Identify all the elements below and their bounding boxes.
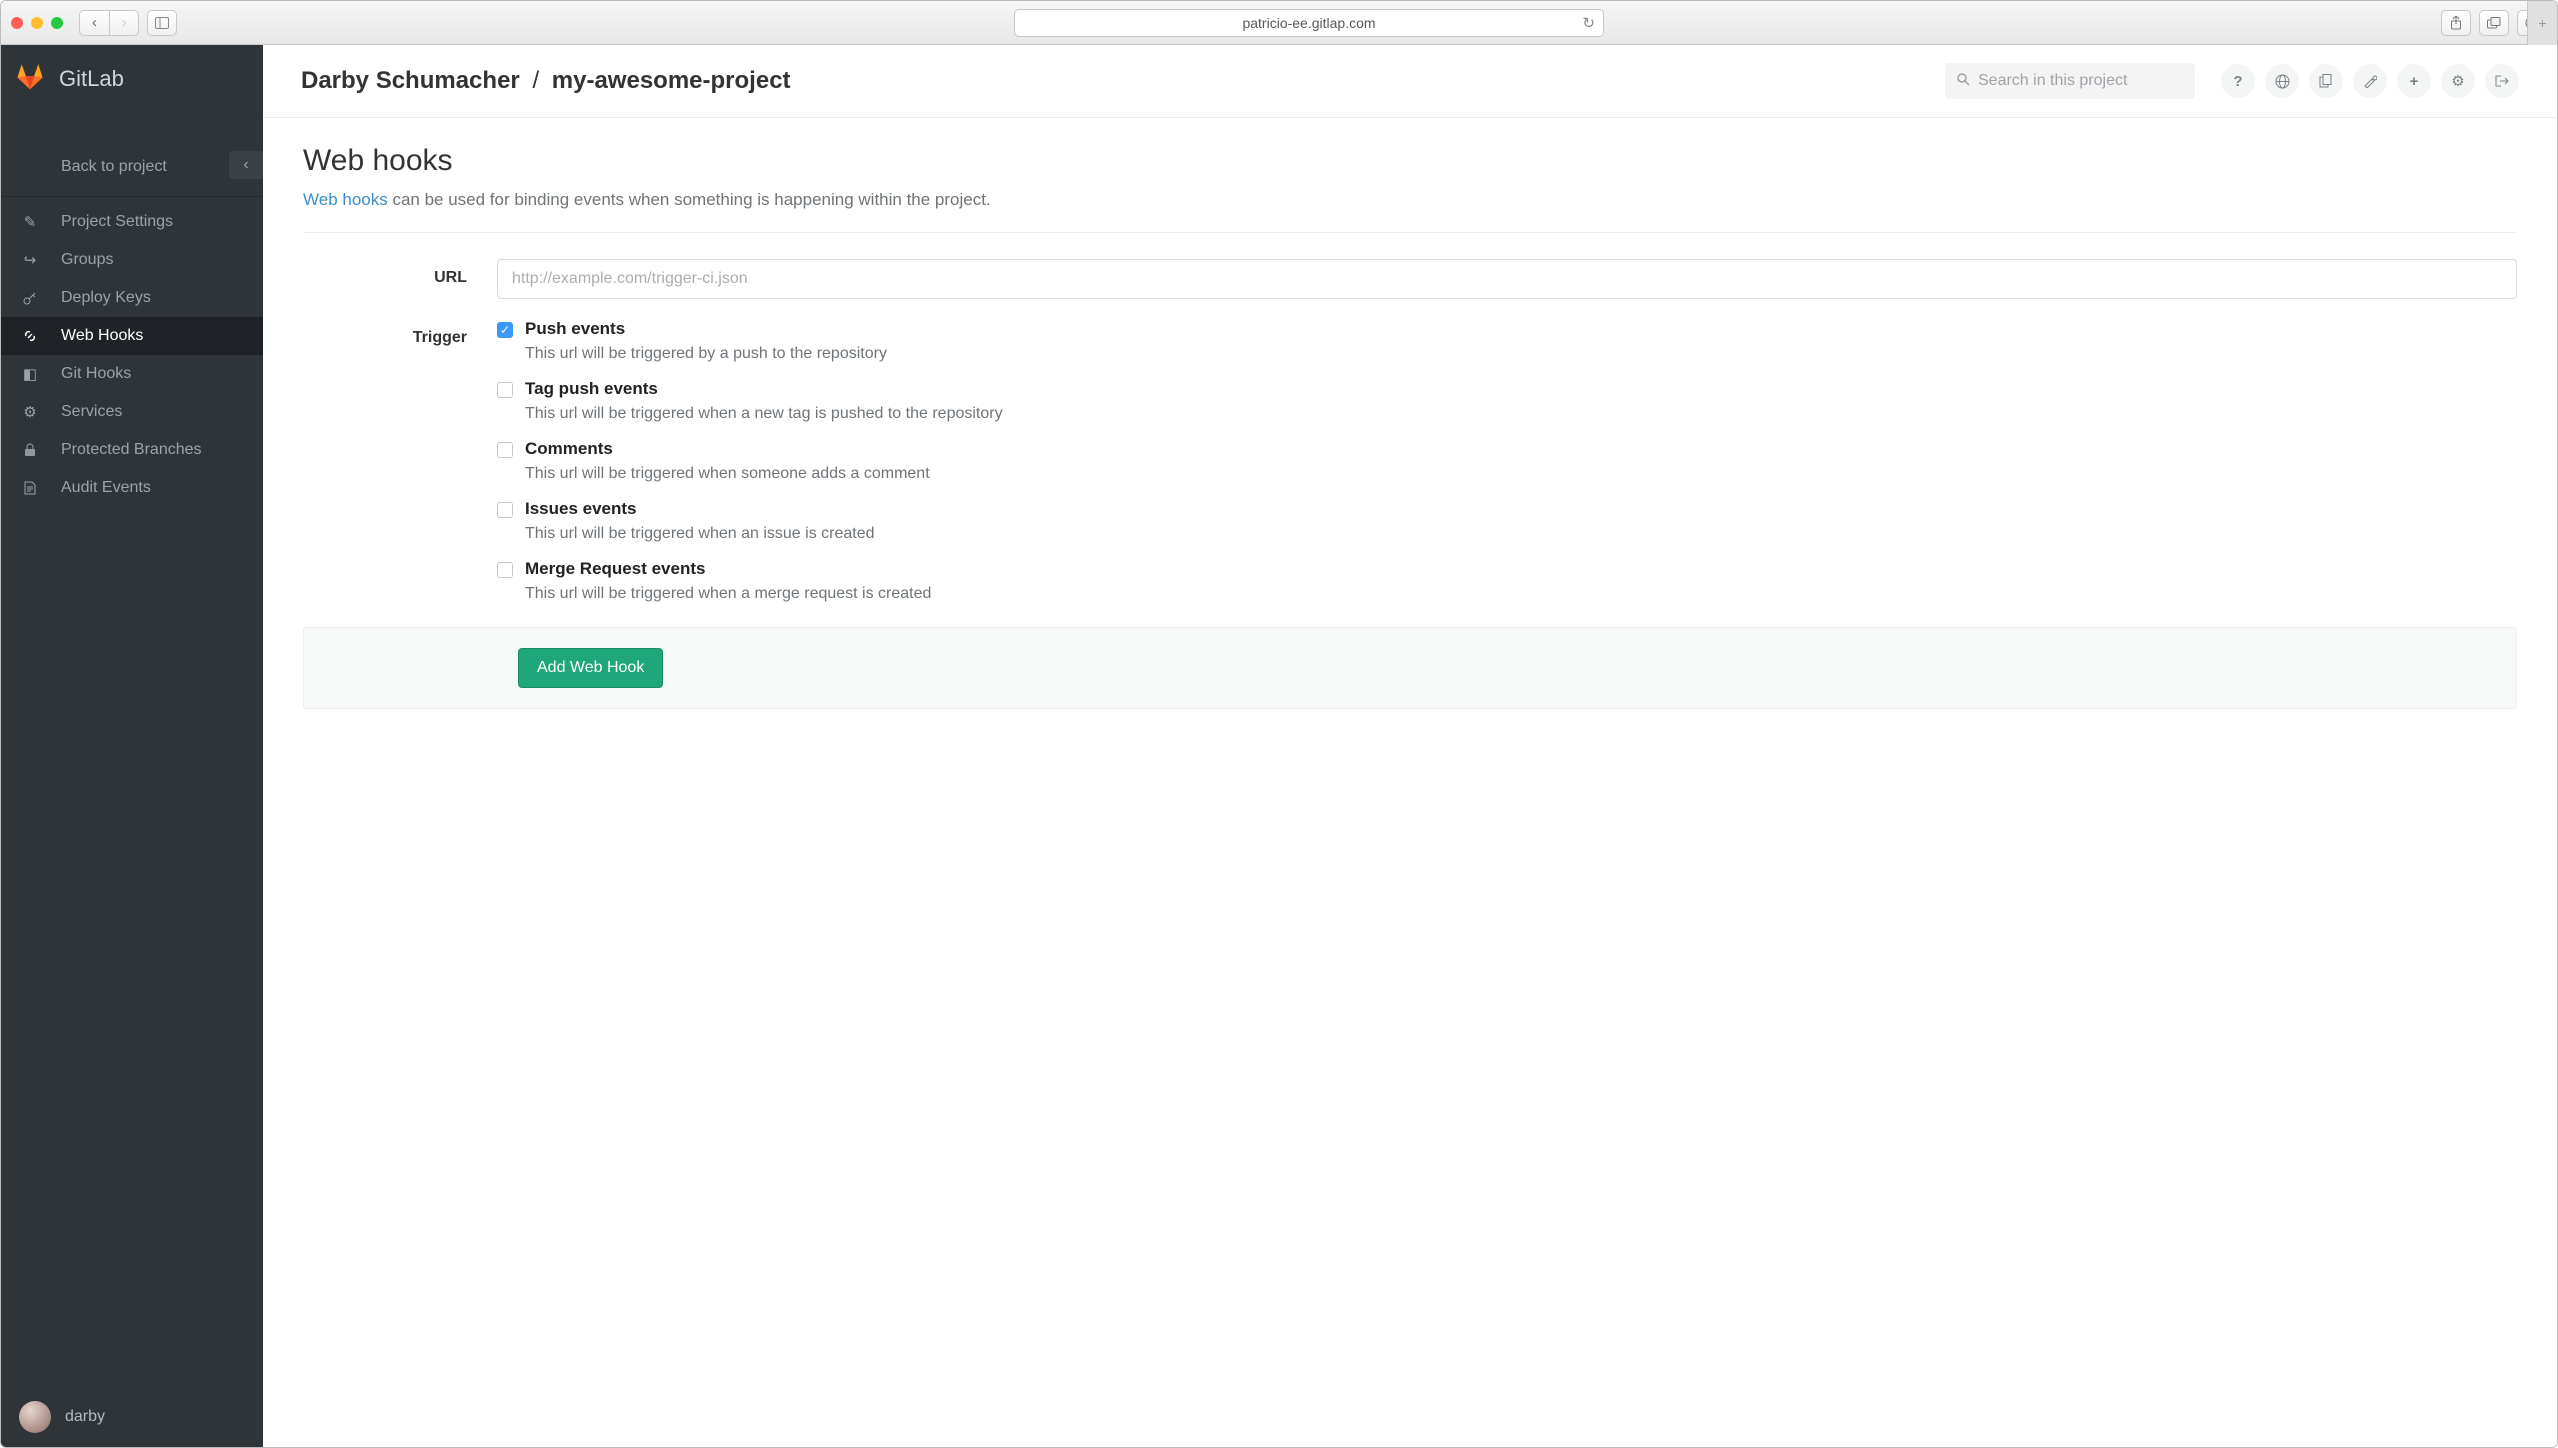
settings-button[interactable]: ⚙ [2441,64,2475,98]
sidebar-item-label: Audit Events [61,479,151,497]
zoom-window-button[interactable] [51,17,63,29]
share-icon: ↪ [21,251,39,269]
sidebar-item-project-settings[interactable]: ✎ Project Settings [1,203,263,241]
sidebar-collapse-button[interactable]: ‹ [229,151,263,179]
trigger-title: Push events [525,319,887,339]
checkbox[interactable] [497,322,513,338]
admin-button[interactable] [2353,64,2387,98]
trigger-desc: This url will be triggered by a push to … [525,345,887,363]
sidebar-item-label: Deploy Keys [61,289,151,307]
sign-out-button[interactable] [2485,64,2519,98]
copy-button[interactable] [2309,64,2343,98]
main-content: Darby Schumacher / my-awesome-project ? [263,45,2557,1447]
trigger-push-events[interactable]: Push events This url will be triggered b… [497,319,2517,363]
trigger-tag-push-events[interactable]: Tag push events This url will be trigger… [497,379,2517,423]
sidebar-item-services[interactable]: ⚙ Services [1,393,263,431]
divider [303,232,2517,233]
page-description-text: can be used for binding events when some… [388,190,991,209]
sidebar-item-git-hooks[interactable]: ◧ Git Hooks [1,355,263,393]
sidebar-item-deploy-keys[interactable]: Deploy Keys [1,279,263,317]
trigger-title: Comments [525,439,930,459]
sidebar-item-audit-events[interactable]: Audit Events [1,469,263,507]
trigger-desc: This url will be triggered when a new ta… [525,405,1003,423]
nav-back-button[interactable]: ‹ [79,10,109,36]
sidebar-item-label: Groups [61,251,113,269]
username-label: darby [65,1408,105,1426]
project-search[interactable] [1945,63,2195,99]
close-window-button[interactable] [11,17,23,29]
avatar [19,1401,51,1433]
explore-button[interactable] [2265,64,2299,98]
checkbox[interactable] [497,502,513,518]
browser-chrome: ‹ › patricio-ee.gitlap.com ↻ + [1,1,2557,45]
checkbox[interactable] [497,382,513,398]
sidebar-item-label: Back to project [61,158,167,176]
gears-icon: ⚙ [21,403,39,421]
gitlab-logo-icon [15,61,45,96]
sidebar-item-label: Project Settings [61,213,173,231]
link-icon [21,328,39,344]
address-bar[interactable]: patricio-ee.gitlap.com ↻ [1014,9,1604,37]
sidebar-item-groups[interactable]: ↪ Groups [1,241,263,279]
trigger-desc: This url will be triggered when an issue… [525,525,875,543]
help-button[interactable]: ? [2221,64,2255,98]
trigger-title: Merge Request events [525,559,931,579]
git-icon: ◧ [21,365,39,383]
project-header: Darby Schumacher / my-awesome-project ? [263,45,2557,118]
trigger-title: Tag push events [525,379,1003,399]
sidebar-item-label: Services [61,403,122,421]
sidebar-item-protected-branches[interactable]: Protected Branches [1,431,263,469]
tabs-button[interactable] [2479,10,2509,36]
sidebar-item-label: Protected Branches [61,441,202,459]
breadcrumb-project[interactable]: my-awesome-project [552,67,791,94]
lock-icon [21,443,39,457]
form-footer: Add Web Hook [303,627,2517,709]
sidebar-current-user[interactable]: darby [1,1387,263,1447]
webhooks-doc-link[interactable]: Web hooks [303,190,388,209]
edit-icon: ✎ [21,213,39,231]
trigger-issues-events[interactable]: Issues events This url will be triggered… [497,499,2517,543]
share-button[interactable] [2441,10,2471,36]
search-icon [1957,73,1970,89]
trigger-desc: This url will be triggered when a merge … [525,585,931,603]
trigger-title: Issues events [525,499,875,519]
address-bar-text: patricio-ee.gitlap.com [1242,15,1375,31]
divider [1,196,263,197]
url-input[interactable] [497,259,2517,299]
trigger-label: Trigger [307,319,497,347]
page-description: Web hooks can be used for binding events… [303,190,2517,210]
brand-label: GitLab [59,66,124,92]
trigger-desc: This url will be triggered when someone … [525,465,930,483]
trigger-merge-request-events[interactable]: Merge Request events This url will be tr… [497,559,2517,603]
breadcrumb-separator: / [526,67,545,94]
checkbox[interactable] [497,442,513,458]
file-icon [21,481,39,495]
reload-icon[interactable]: ↻ [1582,14,1595,32]
new-button[interactable]: + [2397,64,2431,98]
nav-forward-button[interactable]: › [109,10,139,36]
window-controls [11,17,63,29]
add-web-hook-button[interactable]: Add Web Hook [518,648,663,688]
sidebar-item-label: Web Hooks [61,327,143,345]
breadcrumb-owner[interactable]: Darby Schumacher [301,67,520,94]
new-tab-button[interactable]: + [2527,1,2557,45]
page-title: Web hooks [303,144,2517,178]
sidebar-toggle-button[interactable] [147,10,177,36]
sidebar: GitLab ‹ Back to project ✎ Project Setti… [1,45,263,1447]
breadcrumb: Darby Schumacher / my-awesome-project [301,67,791,95]
checkbox[interactable] [497,562,513,578]
trigger-comments[interactable]: Comments This url will be triggered when… [497,439,2517,483]
brand[interactable]: GitLab [1,45,263,112]
url-label: URL [307,259,497,287]
sidebar-item-web-hooks[interactable]: Web Hooks [1,317,263,355]
search-input[interactable] [1978,72,2183,90]
minimize-window-button[interactable] [31,17,43,29]
key-icon [21,291,39,305]
sidebar-back-to-project[interactable]: Back to project [1,148,263,186]
sidebar-item-label: Git Hooks [61,365,131,383]
